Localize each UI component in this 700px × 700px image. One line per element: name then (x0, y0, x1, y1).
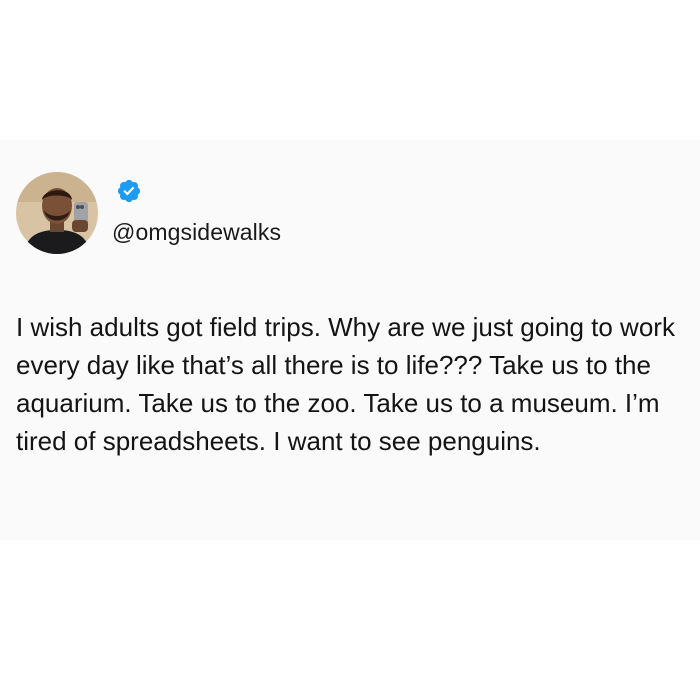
tweet-card: @omgsidewalks I wish adults got field tr… (0, 140, 700, 540)
avatar-photo (16, 172, 98, 254)
tweet-text: I wish adults got field trips. Why are w… (16, 312, 675, 456)
verified-icon (116, 178, 142, 204)
avatar[interactable] (16, 172, 98, 254)
user-handle[interactable]: @omgsidewalks (112, 218, 281, 246)
